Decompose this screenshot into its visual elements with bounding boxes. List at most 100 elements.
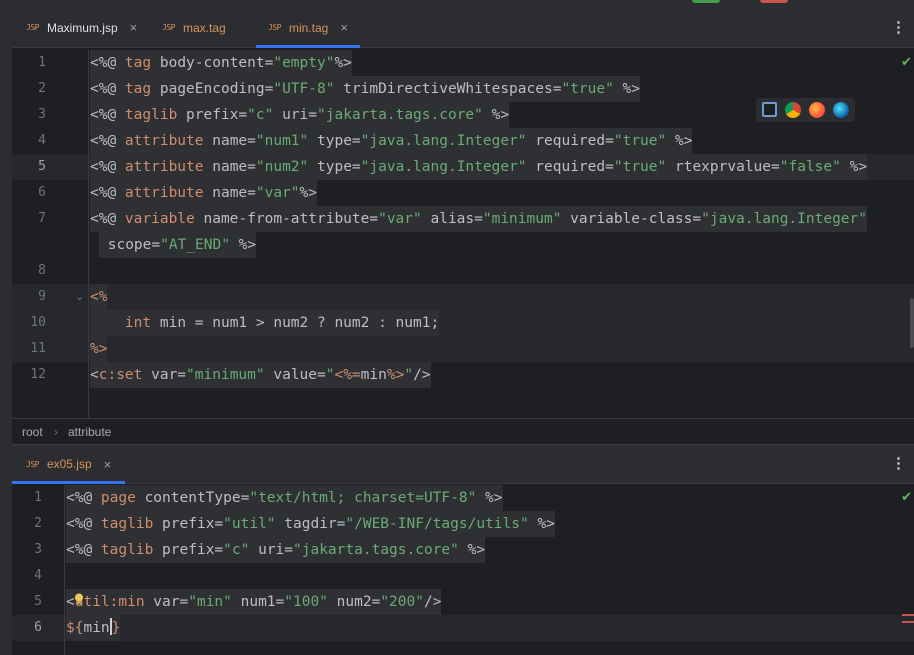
code-token: min [360,367,387,383]
code-line[interactable]: 2 <%@ taglib prefix="util" tagdir="/WEB-I… [12,511,914,537]
line-number: 9 [38,289,46,304]
code-line[interactable]: 5 <%@ attribute name="num2" type="java.la… [12,154,914,180]
code-token: scope= [99,237,161,253]
more-options-icon[interactable]: ⋮ [891,18,906,36]
code-token: name-from-attribute= [194,211,379,227]
code-line[interactable]: scope="AT_END" %> [12,232,914,258]
code-text: <util:min var="min" num1="100" num2="200… [66,589,442,615]
code-token: "min" [188,594,232,610]
code-text: scope="AT_END" %> [99,232,257,258]
code-token: required= [526,159,614,175]
code-token: " [404,367,414,383]
intellij-icon[interactable] [762,102,777,117]
code-token: attribute [124,159,204,175]
code-token: taglib [100,516,154,532]
tab-min-tag[interactable]: JSP min.tag × [256,8,360,48]
jsp-file-icon: JSP [162,23,175,32]
code-token: "text/html; charset=UTF-8" [249,490,477,506]
code-token: <%@ [66,516,101,532]
code-line[interactable]: 6 ${min} [12,615,914,641]
code-line[interactable]: 5 <util:min var="min" num1="100" num2="20… [12,589,914,615]
code-token: "minimum" [186,367,265,383]
code-token: <%@ [90,211,125,227]
code-line[interactable]: 3 <%@ taglib prefix="c" uri="jakarta.tags… [12,537,914,563]
line-number: 1 [34,490,42,505]
code-token: "minimum" [482,211,562,227]
fold-arrow-icon[interactable]: ⌄ [75,290,84,303]
code-line[interactable]: 10 int min = num1 > num2 ? num2 : num1; [12,310,914,336]
code-token: %> [386,367,405,383]
code-editor-bottom[interactable]: 1 <%@ page contentType="text/html; charse… [12,485,914,655]
breadcrumb: root › attribute [12,418,914,445]
code-token: contentType= [135,490,250,506]
close-icon[interactable]: × [104,457,112,472]
code-line[interactable]: 12 <c:set var="minimum" value="<%=min%>"/… [12,362,914,388]
code-token: %> [666,133,693,149]
code-text: <%@ tag pageEncoding="UTF-8" trimDirecti… [90,76,641,102]
code-line[interactable]: 1 <%@ page contentType="text/html; charse… [12,485,914,511]
code-token: prefix= [177,107,248,123]
vertical-scrollbar[interactable] [910,298,914,348]
jsp-file-icon: JSP [268,23,281,32]
code-line[interactable]: 11 %> [12,336,914,362]
tab-ex05-jsp[interactable]: JSP ex05.jsp × [12,445,126,484]
code-token: <%@ [90,133,125,149]
code-token: int [124,315,152,331]
code-line[interactable]: 7 <%@ variable name-from-attribute="var" … [12,206,914,232]
line-number: 2 [34,516,42,531]
tab-label: max.tag [182,20,226,35]
window-top-strip [0,0,914,8]
code-token: /> [413,367,431,383]
code-token: %> [482,107,510,123]
code-token: value= [264,367,326,383]
code-token: <%@ [90,185,125,201]
line-number: 4 [38,133,46,148]
error-stripe-mark[interactable] [902,614,914,616]
code-line[interactable]: 9 <% [12,284,914,310]
code-line[interactable]: 4 <%@ attribute name="num1" type="java.la… [12,128,914,154]
line-number: 3 [38,107,46,122]
code-token: <%@ [66,490,101,506]
code-line[interactable]: 1 <%@ tag body-content="empty"%> [12,50,914,76]
code-token: variable-class= [561,211,702,227]
code-token: type= [308,133,361,149]
code-token: name= [203,159,256,175]
code-token: "true" [561,81,614,97]
code-token: "java.lang.Integer" [360,133,527,149]
breadcrumb-item-attribute[interactable]: attribute [68,425,111,439]
code-token: "empty" [273,55,335,71]
error-stripe-mark[interactable] [902,621,914,623]
code-token: min = num1 > num2 ? num2 : num1; [151,315,440,331]
inspection-ok-icon[interactable]: ✔ [901,489,912,505]
code-line[interactable]: 6 <%@ attribute name="var"%> [12,180,914,206]
lightbulb-icon[interactable] [74,593,84,605]
edge-icon[interactable] [833,102,849,118]
gutter-separator [64,485,65,655]
chrome-icon[interactable] [785,102,801,118]
breadcrumb-item-root[interactable]: root [22,425,43,439]
close-icon[interactable]: × [130,20,138,35]
code-token: alias= [421,211,483,227]
line-number: 5 [38,159,46,174]
code-line[interactable]: 4 [12,563,914,589]
more-options-icon[interactable]: ⋮ [891,454,906,472]
code-line[interactable]: 8 [12,258,914,284]
code-token: c:set [98,367,143,383]
code-token: uri= [249,542,294,558]
editor-pane-bottom: JSP ex05.jsp × ⋮ 1 <%@ page contentType="… [12,445,914,655]
code-token: prefix= [153,516,224,532]
line-number: 5 [34,594,42,609]
tab-maximum-jsp[interactable]: JSP Maximum.jsp × [26,8,137,47]
tab-max-tag[interactable]: JSP max.tag [162,8,226,47]
firefox-icon[interactable] [809,102,825,118]
line-number: 10 [30,315,46,330]
code-text: int min = num1 > num2 ? num2 : num1; [90,310,440,336]
code-token: %> [458,542,486,558]
inspection-ok-icon[interactable]: ✔ [901,54,912,70]
line-number: 2 [38,81,46,96]
code-token: type= [308,159,361,175]
code-token: %> [229,237,257,253]
code-token: pageEncoding= [151,81,274,97]
close-icon[interactable]: × [340,20,348,35]
jsp-file-icon: JSP [26,459,39,469]
